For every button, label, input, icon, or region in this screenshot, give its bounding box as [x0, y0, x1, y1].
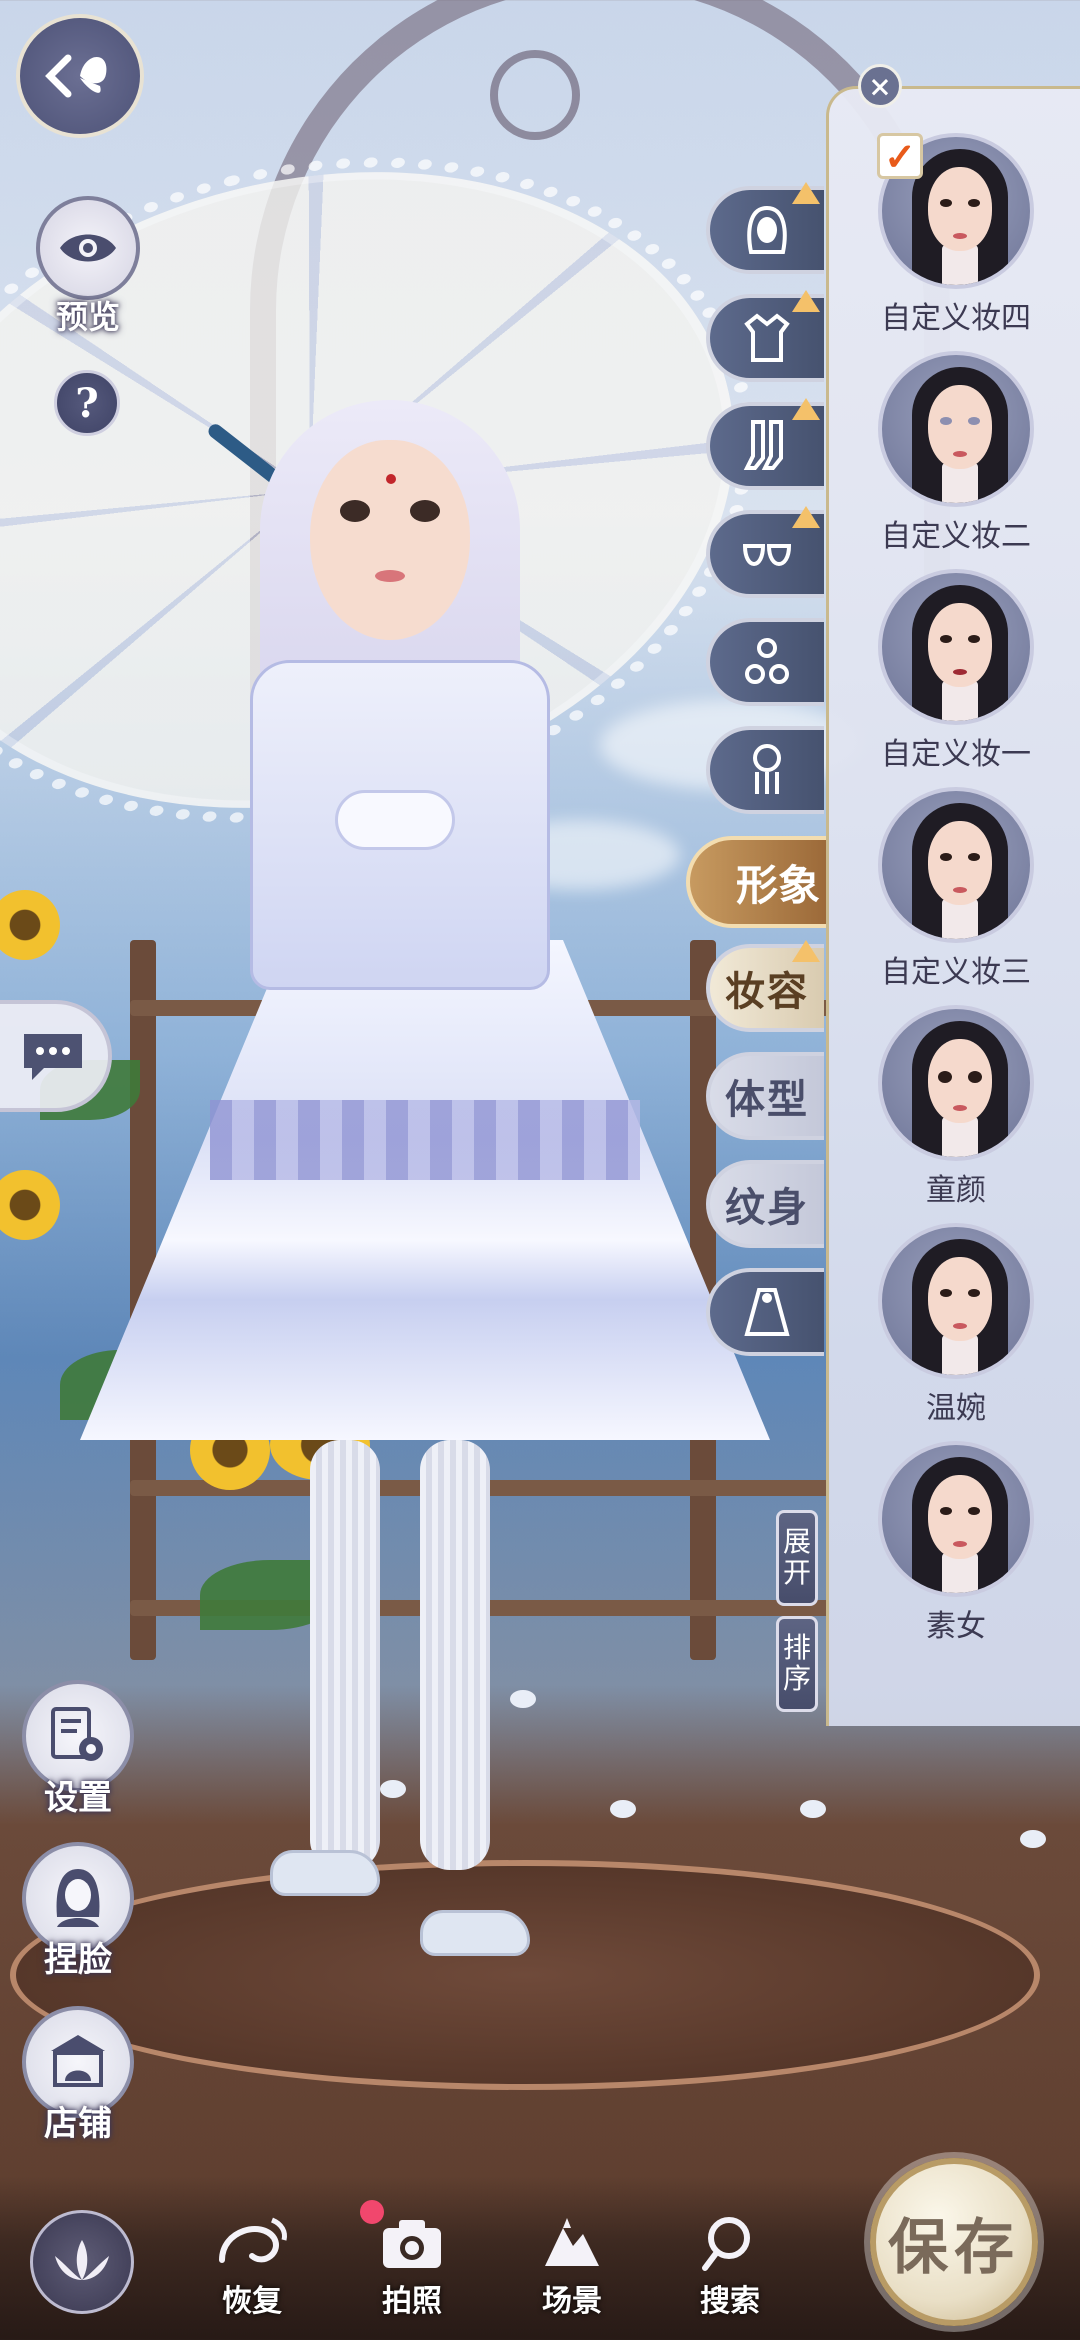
settings-icon	[51, 1707, 103, 1761]
accessory-icon	[745, 638, 789, 684]
tab-xingxiang-label: 形象	[735, 860, 820, 910]
tab-makeup[interactable]: 妆容	[706, 940, 824, 1032]
photo-label: 拍照	[382, 2284, 442, 2319]
help-icon: ?	[54, 370, 120, 436]
tab-body-label: 体型	[725, 1076, 809, 1123]
search-label: 搜索	[700, 2284, 760, 2319]
shop-label: 店铺	[44, 2104, 112, 2144]
makeup-item[interactable]: 童颜	[829, 1005, 1080, 1215]
tab-stockings[interactable]	[706, 398, 824, 490]
shop-button[interactable]: 店铺	[22, 2006, 134, 2145]
search-button[interactable]: 搜索	[670, 2210, 790, 2320]
face-edit-button[interactable]: 捏脸	[22, 1842, 134, 1981]
sunflower	[0, 1170, 60, 1240]
makeup-portrait	[878, 787, 1034, 943]
scene-label: 场景	[542, 2284, 602, 2319]
cape-icon	[744, 1288, 790, 1336]
makeup-portrait	[878, 1223, 1034, 1379]
makeup-panel: ✓ 自定义妆四 自定义妆二 自定义妆一 自定义妆三 童颜 温婉 素女	[826, 86, 1080, 1726]
tab-outfit[interactable]	[706, 290, 824, 382]
photo-button[interactable]: 拍照	[352, 2210, 472, 2320]
lotus-menu-button[interactable]	[30, 2210, 134, 2314]
tab-cape[interactable]	[706, 1268, 824, 1356]
tab-accessory[interactable]	[706, 618, 824, 706]
restore-button[interactable]: 恢复	[192, 2210, 312, 2320]
chat-button[interactable]	[0, 1000, 112, 1112]
preview-label: 预览	[55, 298, 120, 336]
makeup-item[interactable]: 自定义妆一	[829, 569, 1080, 779]
stockings-icon	[743, 420, 783, 470]
makeup-label: 素女	[926, 1609, 986, 1644]
preview-button[interactable]: 预览	[36, 196, 140, 338]
makeup-label: 自定义妆三	[881, 955, 1031, 990]
back-button[interactable]	[16, 14, 144, 138]
scene-icon	[545, 2218, 599, 2266]
face-edit-icon	[56, 1869, 100, 1927]
tab-makeup-label: 妆容	[725, 968, 809, 1015]
makeup-label: 温婉	[926, 1391, 986, 1426]
settings-label: 设置	[44, 1778, 112, 1818]
tab-shoes[interactable]	[706, 506, 824, 598]
chat-icon	[24, 1034, 82, 1080]
scene-button[interactable]: 场景	[512, 2210, 632, 2320]
player-character[interactable]	[60, 380, 780, 1980]
restore-label: 恢复	[222, 2284, 282, 2319]
makeup-label: 自定义妆一	[881, 737, 1031, 772]
sunflower	[0, 890, 60, 960]
makeup-item[interactable]: 自定义妆三	[829, 787, 1080, 997]
hairpin-icon	[753, 744, 781, 794]
tab-hair[interactable]	[706, 182, 824, 274]
close-icon: ×	[868, 69, 892, 103]
eye-icon	[60, 234, 116, 262]
restore-icon	[219, 2217, 287, 2263]
tab-tattoo-label: 纹身	[725, 1184, 809, 1231]
tab-xingxiang[interactable]: 形象	[686, 836, 826, 928]
makeup-portrait	[878, 1441, 1034, 1597]
selected-check-icon: ✓	[877, 133, 923, 179]
outfit-icon	[744, 313, 790, 362]
makeup-portrait	[878, 1005, 1034, 1161]
camera-icon	[383, 2220, 441, 2268]
lotus-icon	[55, 2240, 109, 2280]
sort-button[interactable]: 排 序	[776, 1616, 818, 1712]
expand-button[interactable]: 展 开	[776, 1510, 818, 1606]
shoes-icon	[742, 544, 792, 566]
save-label: 保存	[888, 2212, 1020, 2283]
makeup-item[interactable]: ✓ 自定义妆四	[829, 133, 1080, 343]
makeup-label: 童颜	[926, 1173, 986, 1208]
makeup-item[interactable]: 素女	[829, 1441, 1080, 1651]
hair-icon	[747, 205, 787, 254]
shop-icon	[51, 2035, 105, 2087]
save-button[interactable]: 保存	[870, 2158, 1038, 2326]
search-icon	[702, 2217, 750, 2271]
panel-close-button[interactable]: ×	[858, 64, 902, 108]
help-button[interactable]: ?	[54, 370, 120, 436]
makeup-label: 自定义妆四	[881, 301, 1031, 336]
makeup-portrait	[878, 569, 1034, 725]
makeup-item[interactable]: 温婉	[829, 1223, 1080, 1433]
makeup-label: 自定义妆二	[881, 519, 1031, 554]
makeup-item[interactable]: 自定义妆二	[829, 351, 1080, 561]
tab-tattoo[interactable]: 纹身	[706, 1160, 824, 1248]
tab-hairpin[interactable]	[706, 726, 824, 814]
face-edit-label: 捏脸	[44, 1940, 112, 1980]
makeup-portrait	[878, 351, 1034, 507]
settings-button[interactable]: 设置	[22, 1680, 134, 1819]
tab-body[interactable]: 体型	[706, 1052, 824, 1140]
back-butterfly-icon	[45, 54, 107, 98]
